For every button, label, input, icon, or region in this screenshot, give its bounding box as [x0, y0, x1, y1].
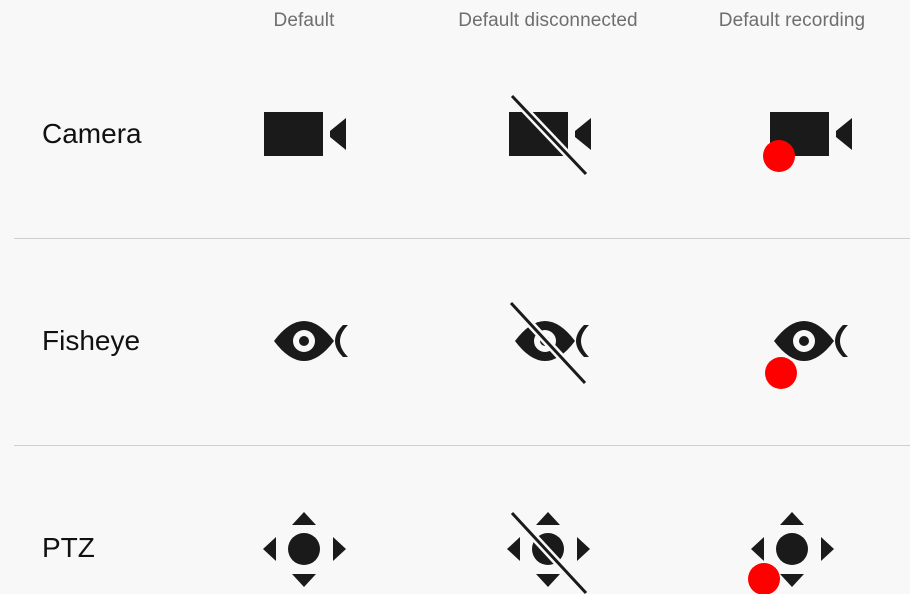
ptz-icon [748, 512, 834, 594]
row-label-fisheye: Fisheye [42, 325, 141, 356]
row-label-camera: Camera [42, 118, 142, 149]
fisheye-off-icon [508, 300, 589, 386]
recording-dot-icon [763, 140, 795, 172]
video-camera-icon [264, 112, 346, 156]
column-header-disconnected: Default disconnected [458, 10, 638, 31]
row-divider [14, 445, 910, 446]
fisheye-icon [765, 321, 848, 389]
video-camera-off-icon [509, 93, 591, 177]
ptz-off-icon [507, 510, 590, 594]
column-header-default: Default [273, 10, 335, 31]
row-label-ptz: PTZ [42, 532, 95, 563]
recording-dot-icon [748, 563, 780, 594]
ptz-icon [263, 512, 346, 587]
row-divider [14, 238, 910, 239]
video-camera-icon [763, 112, 852, 172]
recording-dot-icon [765, 357, 797, 389]
fisheye-icon [274, 321, 348, 361]
column-header-recording: Default recording [718, 10, 866, 31]
